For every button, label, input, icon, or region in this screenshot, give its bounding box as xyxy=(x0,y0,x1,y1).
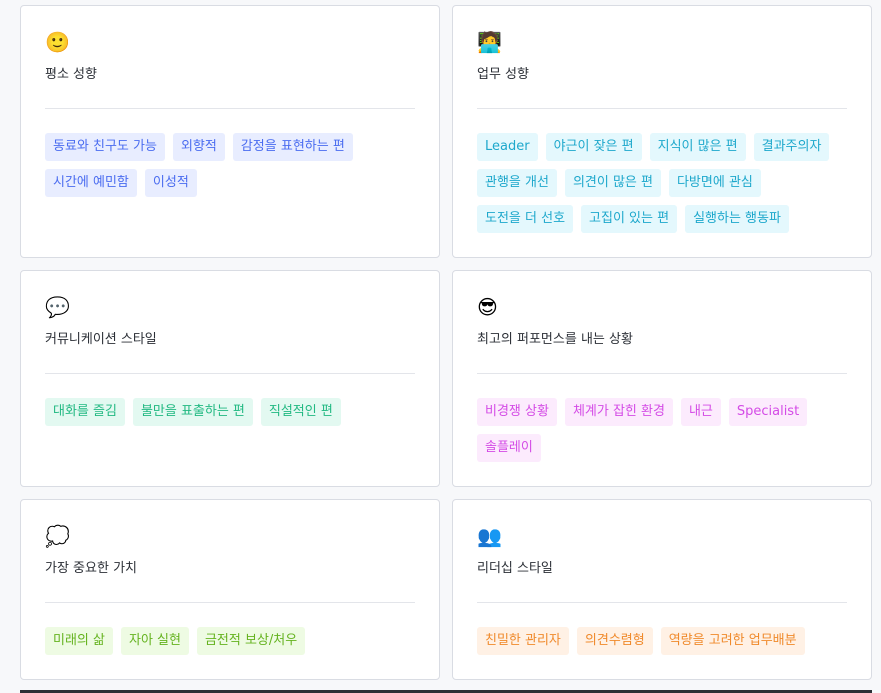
divider xyxy=(45,373,415,374)
tag: 자아 실현 xyxy=(120,627,189,655)
tag-list: 친밀한 관리자 의견수렴형 역량을 고려한 업무배분 xyxy=(477,627,847,655)
card-title: 업무 성향 xyxy=(477,67,529,82)
technologist-icon: 🧑‍💻 xyxy=(477,30,502,54)
card-leadership-style: 👥 리더십 스타일 친밀한 관리자 의견수렴형 역량을 고려한 업무배분 xyxy=(452,499,872,680)
divider xyxy=(477,602,847,603)
tag: 금전적 보상/처우 xyxy=(196,627,306,655)
tag: Specialist xyxy=(728,398,808,426)
card-title: 가장 중요한 가치 xyxy=(45,561,137,576)
tag: 지식이 많은 편 xyxy=(649,133,746,161)
tag-list: 비경쟁 상황 체계가 잡힌 환경 내근 Specialist 솔플레이 xyxy=(477,398,847,462)
tag: 감정을 표현하는 편 xyxy=(232,133,353,161)
card-best-performance: 😎 최고의 퍼포먼스를 내는 상황 비경쟁 상황 체계가 잡힌 환경 내근 Sp… xyxy=(452,270,872,487)
tag: 의견수렴형 xyxy=(576,627,653,655)
card-work-tendency: 🧑‍💻 업무 성향 Leader 야근이 잦은 편 지식이 많은 편 결과주의자… xyxy=(452,5,872,258)
card-title: 커뮤니케이션 스타일 xyxy=(45,332,157,347)
tag: 시간에 예민함 xyxy=(45,169,137,197)
tag: 고집이 있는 편 xyxy=(581,205,678,233)
people-icon: 👥 xyxy=(477,524,502,548)
sunglasses-face-icon: 😎 xyxy=(477,295,498,319)
divider xyxy=(45,602,415,603)
tag: 의견이 많은 편 xyxy=(564,169,661,197)
tag: Leader xyxy=(477,133,538,161)
tag: 외향적 xyxy=(172,133,225,161)
tag: 결과주의자 xyxy=(753,133,830,161)
divider xyxy=(477,373,847,374)
card-important-value: 💭 가장 중요한 가치 미래의 삶 자아 실현 금전적 보상/처우 xyxy=(20,499,440,680)
card-title: 최고의 퍼포먼스를 내는 상황 xyxy=(477,332,633,347)
tag: 다방면에 관심 xyxy=(668,169,761,197)
tag: 직설적인 편 xyxy=(260,398,341,426)
tag: 미래의 삶 xyxy=(45,627,113,655)
tag: 솔플레이 xyxy=(477,434,541,462)
tag: 비경쟁 상황 xyxy=(477,398,557,426)
card-communication-style: 💬 커뮤니케이션 스타일 대화를 즐김 불만을 표출하는 편 직설적인 편 xyxy=(20,270,440,487)
tag: 동료와 친구도 가능 xyxy=(45,133,165,161)
tag-list: 미래의 삶 자아 실현 금전적 보상/처우 xyxy=(45,627,415,655)
tag: 역량을 고려한 업무배분 xyxy=(660,627,805,655)
card-title: 리더십 스타일 xyxy=(477,561,553,576)
tag: 실행하는 행동파 xyxy=(685,205,789,233)
divider xyxy=(477,108,847,109)
tag: 체계가 잡힌 환경 xyxy=(564,398,673,426)
tag: 야근이 잦은 편 xyxy=(545,133,642,161)
tag: 내근 xyxy=(680,398,721,426)
tag: 도전을 더 선호 xyxy=(477,205,574,233)
tag: 이성적 xyxy=(144,169,197,197)
tag-list: 동료와 친구도 가능 외향적 감정을 표현하는 편 시간에 예민함 이성적 xyxy=(45,133,415,197)
divider xyxy=(45,108,415,109)
tag: 친밀한 관리자 xyxy=(477,627,569,655)
thought-bubble-icon: 💭 xyxy=(45,524,70,548)
card-title: 평소 성향 xyxy=(45,67,97,82)
tag: 대화를 즐김 xyxy=(45,398,125,426)
smile-icon: 🙂 xyxy=(45,30,70,54)
tag-list: Leader 야근이 잦은 편 지식이 많은 편 결과주의자 관행을 개선 의견… xyxy=(477,133,847,233)
speech-bubble-icon: 💬 xyxy=(45,295,70,319)
card-usual-tendency: 🙂 평소 성향 동료와 친구도 가능 외향적 감정을 표현하는 편 시간에 예민… xyxy=(20,5,440,258)
tag-list: 대화를 즐김 불만을 표출하는 편 직설적인 편 xyxy=(45,398,415,426)
tag: 불만을 표출하는 편 xyxy=(132,398,253,426)
tag: 관행을 개선 xyxy=(477,169,557,197)
